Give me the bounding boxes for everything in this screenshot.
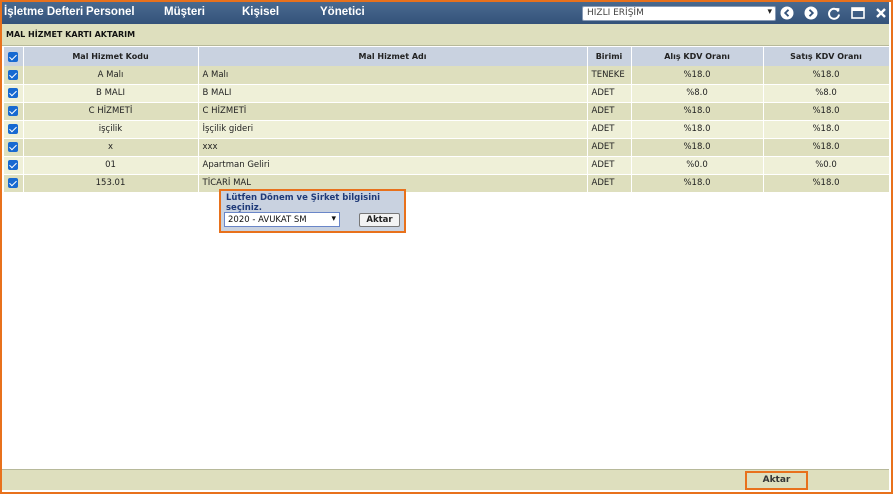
- chevron-down-icon: ▾: [767, 7, 772, 17]
- popup-message: Lütfen Dönem ve Şirket bilgisini seçiniz…: [226, 193, 381, 213]
- cell-birim: ADET: [587, 156, 632, 175]
- cell-kod: 153.01: [23, 174, 199, 193]
- top-nav-bar: İşletme Defteri Personel Müşteri Kişisel…: [2, 2, 889, 24]
- popup-aktar-button[interactable]: Aktar: [359, 213, 400, 227]
- table-row[interactable]: A Malı A Malı TENEKE %18.0 %18.0: [4, 66, 890, 85]
- nav-kisisel[interactable]: Kişisel: [242, 6, 279, 18]
- cell-satis-kdv: %18.0: [763, 66, 890, 85]
- header-birim: Birimi: [587, 47, 632, 66]
- cell-kod: x: [23, 138, 199, 157]
- select-all-checkbox-cell[interactable]: [4, 47, 24, 66]
- table-header-row: Mal Hizmet Kodu Mal Hizmet Adı Birimi Al…: [4, 47, 890, 66]
- row-checkbox[interactable]: [8, 159, 19, 170]
- cell-satis-kdv: %18.0: [763, 138, 890, 157]
- cell-birim: ADET: [587, 138, 632, 157]
- cell-kod: B MALI: [23, 84, 199, 103]
- cell-satis-kdv: %18.0: [763, 174, 890, 193]
- table-row[interactable]: C HİZMETİ C HİZMETİ ADET %18.0 %18.0: [4, 102, 890, 121]
- nav-personel[interactable]: Personel: [86, 6, 135, 18]
- cell-birim: TENEKE: [587, 66, 632, 85]
- back-icon[interactable]: [780, 6, 794, 20]
- cell-satis-kdv: %18.0: [763, 102, 890, 121]
- cell-alis-kdv: %0.0: [631, 156, 764, 175]
- nav-isletme-defteri[interactable]: İşletme Defteri: [4, 6, 83, 18]
- row-checkbox[interactable]: [8, 177, 19, 188]
- row-checkbox[interactable]: [8, 69, 19, 80]
- page-title-bar: MAL HİZMET KARTI AKTARIM: [2, 24, 889, 46]
- cell-ad: A Malı: [198, 66, 588, 85]
- cell-alis-kdv: %8.0: [631, 84, 764, 103]
- header-alis-kdv: Alış KDV Oranı: [631, 47, 764, 66]
- footer-aktar-button[interactable]: Aktar: [745, 471, 808, 490]
- select-all-checkbox[interactable]: [8, 51, 19, 62]
- cell-kod: işçilik: [23, 120, 199, 139]
- cell-ad: B MALI: [198, 84, 588, 103]
- table-row[interactable]: işçilik İşçilik gideri ADET %18.0 %18.0: [4, 120, 890, 139]
- header-ad: Mal Hizmet Adı: [198, 47, 588, 66]
- cell-ad: Apartman Geliri: [198, 156, 588, 175]
- row-checkbox[interactable]: [8, 87, 19, 98]
- cell-kod: 01: [23, 156, 199, 175]
- cell-birim: ADET: [587, 174, 632, 193]
- cell-birim: ADET: [587, 84, 632, 103]
- header-satis-kdv: Satış KDV Oranı: [763, 47, 890, 66]
- cell-ad: xxx: [198, 138, 588, 157]
- nav-yonetici[interactable]: Yönetici: [320, 6, 365, 18]
- cell-ad: C HİZMETİ: [198, 102, 588, 121]
- period-company-popup: Lütfen Dönem ve Şirket bilgisini seçiniz…: [219, 189, 406, 233]
- cell-satis-kdv: %8.0: [763, 84, 890, 103]
- quick-access-label: HIZLI ERİŞİM: [587, 8, 644, 18]
- cell-ad: İşçilik gideri: [198, 120, 588, 139]
- row-checkbox[interactable]: [8, 105, 19, 116]
- cell-alis-kdv: %18.0: [631, 174, 764, 193]
- period-company-select[interactable]: 2020 - AVUKAT SM ▾: [224, 212, 340, 227]
- nav-musteri[interactable]: Müşteri: [164, 6, 205, 18]
- cell-alis-kdv: %18.0: [631, 138, 764, 157]
- window-icon[interactable]: [851, 6, 865, 20]
- period-company-value: 2020 - AVUKAT SM: [228, 215, 307, 225]
- refresh-icon[interactable]: [827, 6, 841, 20]
- cell-kod: A Malı: [23, 66, 199, 85]
- row-checkbox[interactable]: [8, 123, 19, 134]
- cell-birim: ADET: [587, 102, 632, 121]
- table-row[interactable]: 01 Apartman Geliri ADET %0.0 %0.0: [4, 156, 890, 175]
- chevron-down-icon: ▾: [331, 214, 336, 224]
- table-row[interactable]: x xxx ADET %18.0 %18.0: [4, 138, 890, 157]
- cell-satis-kdv: %0.0: [763, 156, 890, 175]
- cell-kod: C HİZMETİ: [23, 102, 199, 121]
- table-row[interactable]: 153.01 TİCARİ MAL ADET %18.0 %18.0: [4, 174, 890, 193]
- cell-satis-kdv: %18.0: [763, 120, 890, 139]
- mal-hizmet-table: Mal Hizmet Kodu Mal Hizmet Adı Birimi Al…: [4, 47, 890, 193]
- page-title: MAL HİZMET KARTI AKTARIM: [6, 30, 136, 39]
- table-row[interactable]: B MALI B MALI ADET %8.0 %8.0: [4, 84, 890, 103]
- header-kod: Mal Hizmet Kodu: [23, 47, 199, 66]
- cell-alis-kdv: %18.0: [631, 120, 764, 139]
- footer-bar: Aktar: [2, 469, 889, 490]
- cell-alis-kdv: %18.0: [631, 102, 764, 121]
- cell-birim: ADET: [587, 120, 632, 139]
- cell-alis-kdv: %18.0: [631, 66, 764, 85]
- close-icon[interactable]: [874, 6, 888, 20]
- quick-access-select[interactable]: HIZLI ERİŞİM ▾: [582, 6, 776, 21]
- forward-icon[interactable]: [804, 6, 818, 20]
- row-checkbox[interactable]: [8, 141, 19, 152]
